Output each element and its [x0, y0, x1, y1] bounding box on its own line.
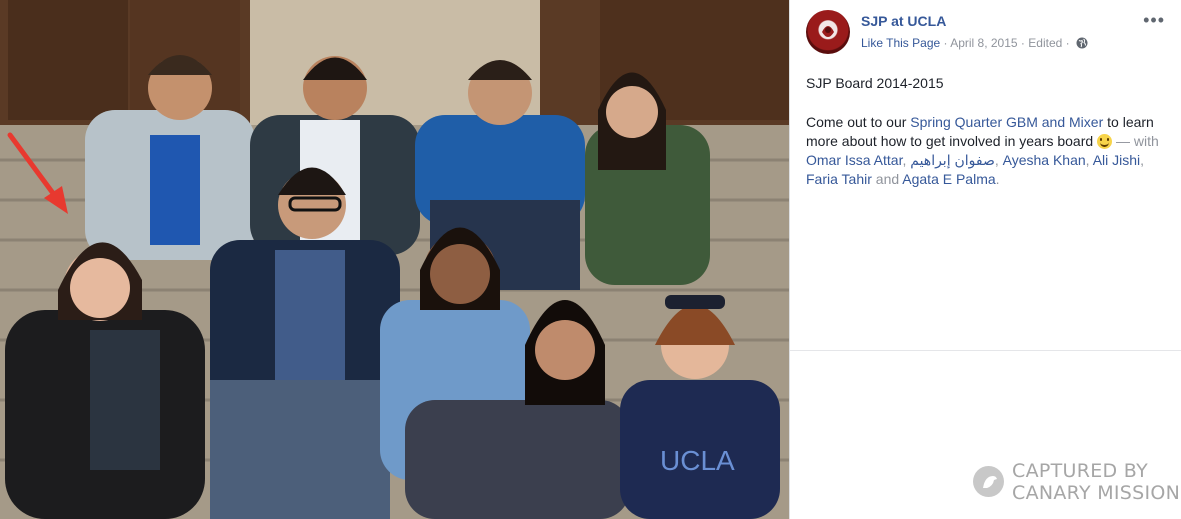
post-panel: SJP at UCLA Like This Page · April 8, 20…: [789, 0, 1181, 519]
period: .: [995, 171, 1000, 187]
post-photo[interactable]: UCLA: [0, 0, 789, 519]
tag-link-ayesha[interactable]: Ayesha Khan: [1003, 152, 1086, 168]
group-photo-illustration: UCLA: [0, 0, 789, 519]
more-options-icon[interactable]: •••: [1143, 11, 1165, 29]
canary-bird-icon: [973, 466, 1004, 497]
sjp-logo-icon: [822, 26, 834, 37]
meta-separator: ·: [1020, 36, 1025, 50]
meta-separator: ·: [1065, 36, 1070, 50]
comma: ,: [994, 152, 1003, 168]
comma: ,: [1085, 152, 1093, 168]
comma: ,: [1140, 152, 1145, 168]
post-body: Come out to our Spring Quarter GBM and M…: [806, 113, 1168, 189]
canary-mission-watermark: CAPTURED BY CANARY MISSION: [973, 460, 1181, 504]
event-link[interactable]: Spring Quarter GBM and Mixer: [910, 114, 1103, 130]
tag-link-safwan[interactable]: صفوان إبراهيم: [910, 152, 995, 168]
divider: [790, 350, 1181, 351]
tag-link-agata[interactable]: Agata E Palma: [902, 171, 995, 187]
door-left: [8, 0, 128, 120]
page-name-link[interactable]: SJP at UCLA: [861, 13, 946, 29]
with-label: — with: [1112, 133, 1159, 149]
tag-link-faria[interactable]: Faria Tahir: [806, 171, 872, 187]
page-avatar[interactable]: [806, 10, 850, 54]
post-meta: Like This Page · April 8, 2015 · Edited …: [861, 36, 1088, 50]
and-label: and: [871, 171, 903, 187]
svg-text:UCLA: UCLA: [660, 445, 735, 476]
meta-separator: ·: [943, 36, 948, 50]
post-title: SJP Board 2014-2015: [806, 75, 944, 91]
post-date-link[interactable]: April 8, 2015: [950, 36, 1017, 50]
like-page-link[interactable]: Like This Page: [861, 36, 940, 50]
edited-label[interactable]: Edited: [1028, 36, 1062, 50]
globe-icon[interactable]: [1076, 37, 1088, 49]
body-text: Come out to our: [806, 114, 911, 130]
smile-emoji-icon: [1097, 134, 1113, 149]
tag-link-omar[interactable]: Omar Issa Attar: [806, 152, 902, 168]
watermark-line2: CANARY MISSION: [1012, 482, 1181, 504]
tag-link-ali[interactable]: Ali Jishi: [1093, 152, 1140, 168]
watermark-line1: CAPTURED BY: [1012, 460, 1149, 482]
